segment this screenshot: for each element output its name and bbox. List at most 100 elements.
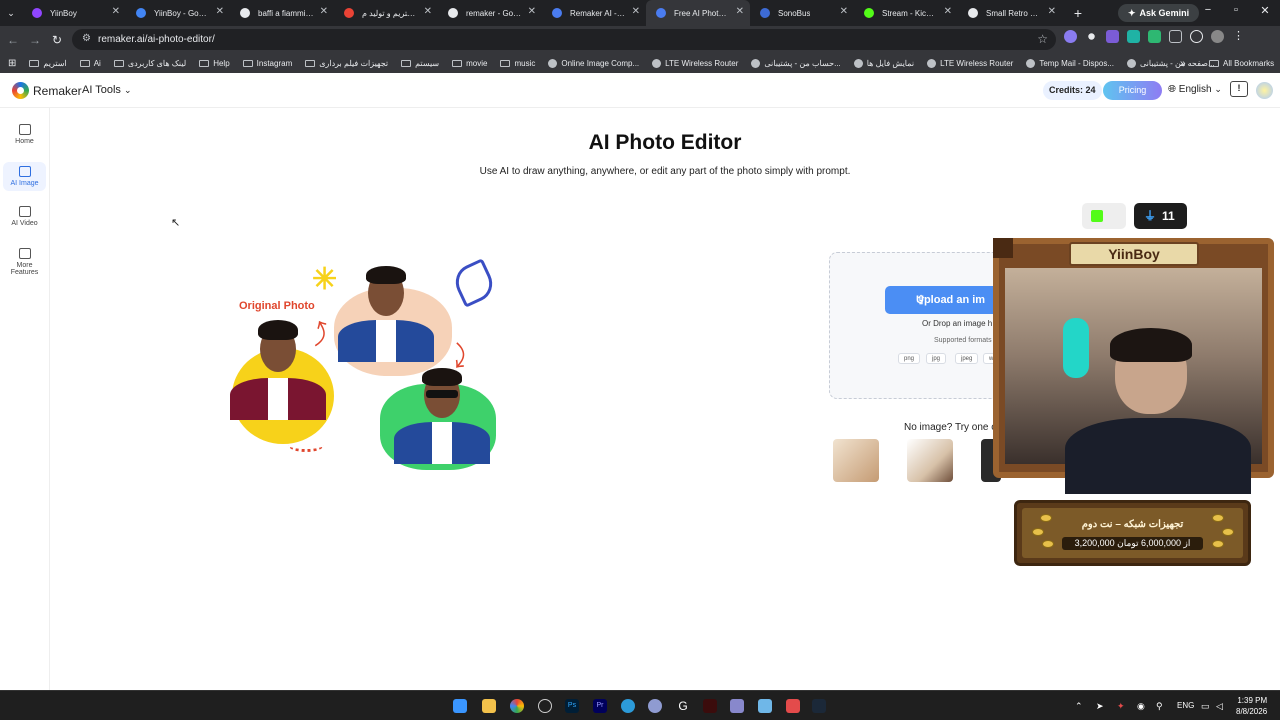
tray-overflow-icon[interactable]: ⌃: [1075, 701, 1083, 712]
bookmark-item[interactable]: Ai: [79, 59, 101, 68]
steam-icon[interactable]: [812, 699, 826, 713]
close-tab-icon[interactable]: ✕: [632, 6, 640, 17]
browser-tab[interactable]: YiinBoy - Google ✕: [126, 0, 230, 26]
message-icon[interactable]: !: [1230, 81, 1248, 97]
bookmark-item[interactable]: نمایش فایل ها: [853, 58, 914, 68]
browser-tab[interactable]: Stream - Kick Das ✕: [854, 0, 958, 26]
extension-icon[interactable]: [1106, 30, 1119, 43]
browser-tab[interactable]: Free AI Photo Edit ✕: [646, 0, 750, 26]
bookmark-label: صفحه من - پشتیبانی...: [1140, 58, 1215, 68]
sidebar-item-more-features[interactable]: More Features: [3, 244, 46, 280]
close-tab-icon[interactable]: ✕: [1048, 6, 1056, 17]
forward-button[interactable]: →: [24, 33, 46, 47]
bookmark-item[interactable]: لینک های کاربردی: [113, 59, 186, 68]
app-icon[interactable]: [648, 699, 662, 713]
sidebar-item-home[interactable]: Home: [3, 120, 46, 149]
bookmark-item[interactable]: سیستم: [401, 59, 439, 68]
bookmark-label: Online Image Comp...: [561, 58, 640, 68]
bookmark-item[interactable]: صفحه من - پشتیبانی...: [1127, 58, 1215, 68]
extension-icon[interactable]: [1127, 30, 1140, 43]
file-explorer-icon[interactable]: [482, 699, 496, 713]
close-tab-icon[interactable]: ✕: [840, 6, 848, 17]
bookmark-item[interactable]: استریم: [29, 59, 67, 68]
minimize-button[interactable]: −: [1198, 4, 1218, 16]
bookmark-item[interactable]: music: [500, 59, 535, 68]
bookmark-item[interactable]: movie: [452, 59, 487, 68]
browser-tab[interactable]: YiinBoy ✕: [22, 0, 126, 26]
brand-name[interactable]: Remaker: [33, 84, 82, 98]
remaker-logo-icon[interactable]: [12, 82, 29, 99]
menu-icon[interactable]: ⋮: [1232, 30, 1245, 43]
close-window-button[interactable]: ✕: [1255, 4, 1275, 17]
tab-search-icon[interactable]: ⌄: [0, 8, 22, 19]
chrome-icon[interactable]: [510, 699, 524, 713]
premiere-icon[interactable]: Pr: [593, 699, 607, 713]
photoshop-icon[interactable]: Ps: [565, 699, 579, 713]
bookmark-item[interactable]: تجهیزات فیلم برداری: [305, 59, 388, 68]
close-tab-icon[interactable]: ✕: [424, 6, 432, 17]
ask-gemini-button[interactable]: ✦ Ask Gemini: [1118, 4, 1200, 22]
site-info-icon[interactable]: ⚙: [82, 33, 91, 44]
photos-icon[interactable]: [758, 699, 772, 713]
extension-icon[interactable]: [1088, 33, 1095, 40]
credits-badge[interactable]: Credits: 24: [1043, 81, 1102, 100]
sidebar-item-ai-image[interactable]: AI Image: [3, 162, 46, 191]
system-clock[interactable]: 1:39 PM 8/8/2026: [1236, 695, 1267, 717]
maximize-button[interactable]: ▫: [1226, 4, 1246, 16]
ai-tools-menu[interactable]: AI Tools ⌄: [82, 84, 132, 96]
bookmark-item[interactable]: Online Image Comp...: [548, 58, 640, 68]
more-bookmarks-icon[interactable]: »: [1180, 58, 1186, 69]
profile-avatar[interactable]: [1211, 30, 1224, 43]
app-icon[interactable]: G: [676, 699, 690, 713]
browser-tab[interactable]: baffi a fiammifero ✕: [230, 0, 334, 26]
start-menu-icon[interactable]: [453, 699, 467, 713]
browser-tab[interactable]: استریم و تولید م... ✕: [334, 0, 438, 26]
sample-image-thumbnail[interactable]: [907, 439, 953, 482]
user-avatar[interactable]: [1256, 82, 1273, 99]
close-tab-icon[interactable]: ✕: [320, 6, 328, 17]
telegram-tray-icon[interactable]: ➤: [1096, 701, 1104, 712]
bookmark-item[interactable]: LTE Wireless Router: [927, 58, 1013, 68]
puzzle-icon[interactable]: [1169, 30, 1182, 43]
extension-icon[interactable]: [1064, 30, 1077, 43]
app-tray-icon[interactable]: ◉: [1137, 701, 1145, 712]
browser-tab[interactable]: Small Retro Lenn ✕: [958, 0, 1062, 26]
volume-icon[interactable]: ◁: [1216, 701, 1223, 712]
sample-image-thumbnail[interactable]: [833, 439, 879, 482]
new-tab-button[interactable]: +: [1068, 5, 1088, 21]
app-icon[interactable]: [703, 699, 717, 713]
pricing-button[interactable]: Pricing: [1103, 81, 1162, 100]
browser-tab[interactable]: SonoBus ✕: [750, 0, 854, 26]
apps-grid-icon[interactable]: ⊞: [8, 58, 16, 69]
bookmark-star-icon[interactable]: ☆: [1037, 32, 1048, 46]
app-tray-icon[interactable]: ✦: [1117, 701, 1125, 712]
download-icon[interactable]: [1190, 30, 1203, 43]
bookmark-item[interactable]: حساب من - پشتیبانی...: [751, 58, 841, 68]
language-selector[interactable]: 🌐︎ English ⌄: [1168, 84, 1222, 95]
browser-tab[interactable]: remaker - Google ✕: [438, 0, 542, 26]
app-icon[interactable]: [538, 699, 552, 713]
close-tab-icon[interactable]: ✕: [736, 6, 744, 17]
app-icon[interactable]: [786, 699, 800, 713]
app-tray-icon[interactable]: ⚲: [1156, 701, 1163, 712]
reload-button[interactable]: ↻: [46, 33, 68, 47]
sidebar-item-ai-video[interactable]: AI Video: [3, 202, 46, 231]
browser-tab[interactable]: Remaker AI - The ✕: [542, 0, 646, 26]
telegram-icon[interactable]: [621, 699, 635, 713]
close-tab-icon[interactable]: ✕: [944, 6, 952, 17]
close-tab-icon[interactable]: ✕: [528, 6, 536, 17]
bookmark-item[interactable]: LTE Wireless Router: [652, 58, 738, 68]
address-bar[interactable]: ⚙ remaker.ai/ai-photo-editor/ ☆: [72, 29, 1056, 50]
bookmark-item[interactable]: Temp Mail - Dispos...: [1026, 58, 1114, 68]
close-tab-icon[interactable]: ✕: [112, 6, 120, 17]
network-icon[interactable]: ▭: [1201, 701, 1210, 712]
bookmark-item[interactable]: Help: [199, 59, 230, 68]
all-bookmarks[interactable]: All Bookmarks: [1209, 59, 1274, 68]
shield-icon[interactable]: [1148, 30, 1161, 43]
close-tab-icon[interactable]: ✕: [216, 6, 224, 17]
input-language[interactable]: ENG: [1177, 701, 1194, 710]
upload-dropzone[interactable]: ⇪ Upload an im Or Drop an image h Support…: [829, 252, 1025, 399]
app-icon[interactable]: [730, 699, 744, 713]
bookmark-item[interactable]: Instagram: [242, 59, 292, 68]
back-button[interactable]: ←: [2, 33, 24, 47]
